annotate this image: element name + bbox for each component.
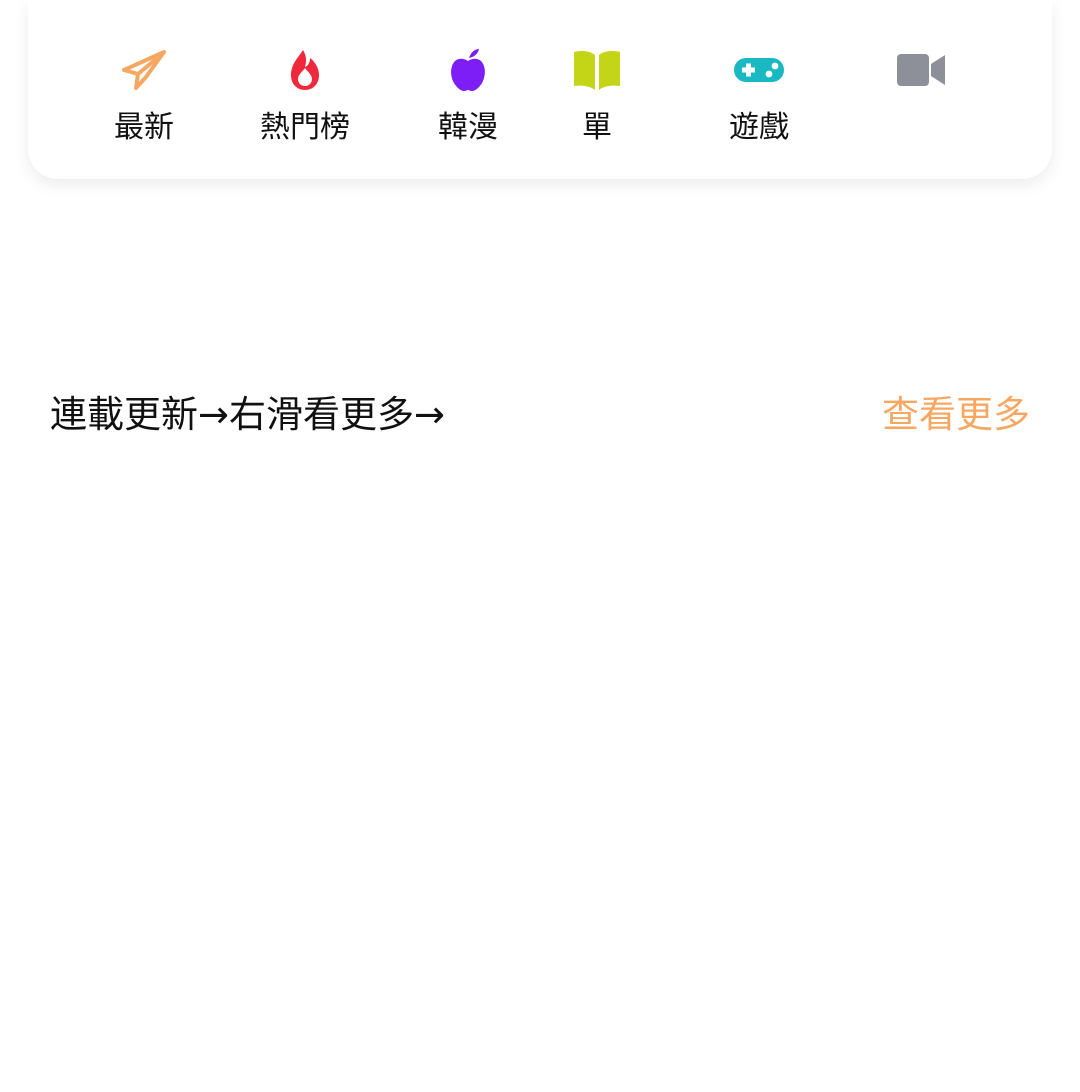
nav-label: 熱門榜 [260,110,350,145]
nav-item-games[interactable]: 遊戲 [689,0,829,179]
gamepad-icon [733,46,785,94]
nav-label: 韓漫 [438,110,498,145]
nav-label: 單 [582,110,612,145]
nav-label: 最新 [114,110,174,145]
section-title: 連載更新→右滑看更多→ [50,393,446,436]
serial-updates-header: 連載更新→右滑看更多→ 查看更多 [50,388,1030,442]
nav-item-hot-ranking[interactable]: 熱門榜 [235,0,375,179]
nav-item-single[interactable]: 單 [527,0,667,179]
flame-icon [279,46,331,94]
nav-label: 遊戲 [729,110,789,145]
video-camera-icon [895,46,947,94]
nav-item-korean-comics[interactable]: 韓漫 [398,0,538,179]
book-icon [571,46,623,94]
category-nav-bar: 最新 熱門榜 韓漫 單 遊戲 [28,0,1052,179]
nav-item-video[interactable] [851,0,991,179]
nav-item-latest[interactable]: 最新 [74,0,214,179]
paper-plane-icon [118,46,170,94]
view-more-link[interactable]: 查看更多 [882,388,1030,442]
apple-icon [442,46,494,94]
